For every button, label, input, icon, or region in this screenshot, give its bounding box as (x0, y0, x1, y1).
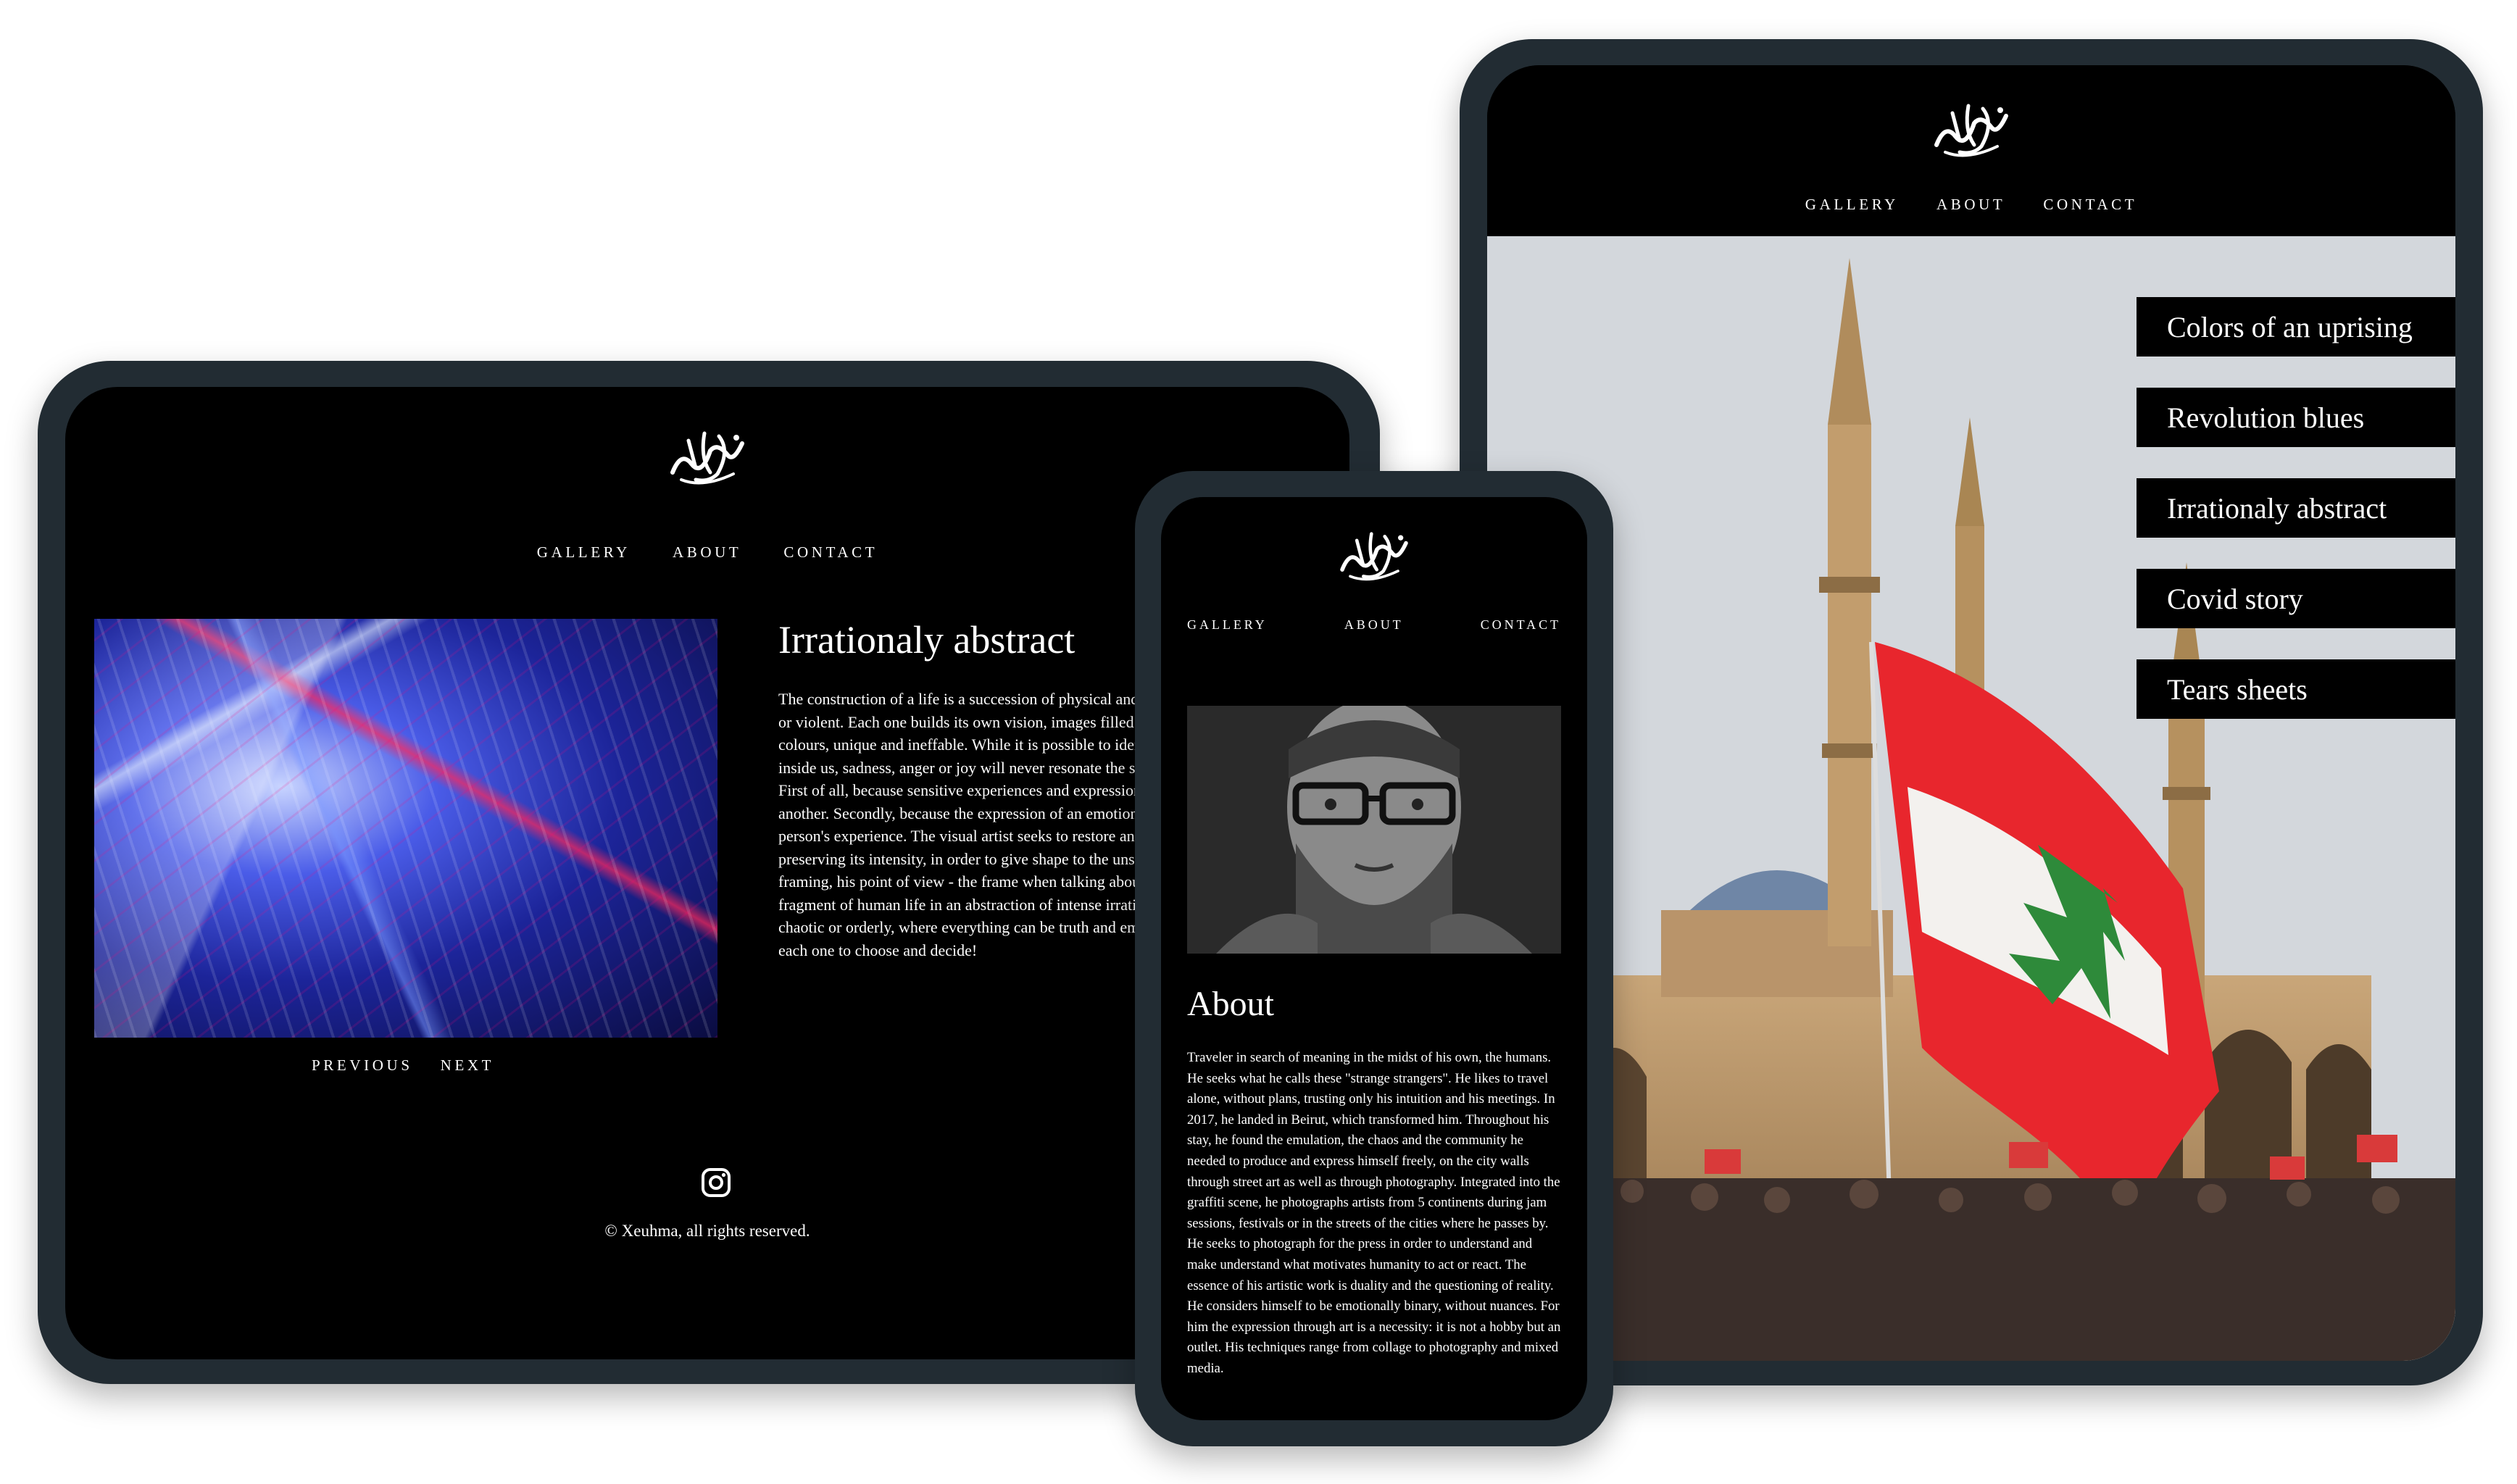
xeuhma-logo-icon (1934, 104, 2008, 157)
abstract-art-image (94, 619, 717, 1038)
site-logo[interactable] (1161, 523, 1587, 587)
main-nav: Gallery About Contact (1487, 196, 2455, 214)
site-logo[interactable] (65, 422, 1349, 491)
nav-gallery[interactable]: Gallery (537, 543, 631, 562)
nav-contact[interactable]: Contact (1481, 617, 1561, 633)
about-title: About (1187, 985, 1274, 1023)
nav-contact[interactable]: Contact (783, 543, 878, 562)
menu-item-revolution-blues[interactable]: Revolution blues (2137, 388, 2455, 447)
tablet-header: Gallery About Contact (1487, 65, 2455, 236)
pager: Previous Next (312, 1056, 494, 1075)
instagram-icon[interactable] (700, 1167, 732, 1199)
next-link[interactable]: Next (441, 1056, 494, 1075)
portrait-illustration (1187, 706, 1561, 954)
menu-item-covid-story[interactable]: Covid story (2137, 569, 2455, 628)
menu-item-colors-of-an-uprising[interactable]: Colors of an uprising (2137, 297, 2455, 357)
tablet-screen: Gallery About Contact Colors of an upris… (1487, 65, 2455, 1361)
menu-item-tears-sheets[interactable]: Tears sheets (2137, 659, 2455, 719)
xeuhma-logo-icon (1340, 532, 1408, 581)
previous-link[interactable]: Previous (312, 1056, 413, 1075)
nav-gallery[interactable]: Gallery (1187, 617, 1268, 633)
nav-about[interactable]: About (673, 543, 741, 562)
nav-gallery[interactable]: Gallery (1805, 196, 1899, 214)
menu-item-irrationaly-abstract[interactable]: Irrationaly abstract (2137, 478, 2455, 538)
nav-about[interactable]: About (1936, 196, 2005, 214)
about-paragraph: Traveler in search of meaning in the mid… (1187, 1050, 1561, 1376)
gallery-title: Irrationaly abstract (778, 618, 1076, 662)
nav-contact[interactable]: Contact (2043, 196, 2137, 214)
site-logo[interactable] (1487, 94, 2455, 164)
artist-portrait (1187, 706, 1561, 954)
main-nav: Gallery About Contact (1187, 617, 1561, 633)
xeuhma-logo-icon (670, 431, 744, 485)
phone-screen: Gallery About Contact About Traveler in … (1161, 497, 1587, 1420)
nav-about[interactable]: About (1344, 617, 1404, 633)
gallery-menu: Colors of an uprising Revolution blues I… (2137, 297, 2455, 750)
phone-device: Gallery About Contact About Traveler in … (1135, 471, 1613, 1446)
